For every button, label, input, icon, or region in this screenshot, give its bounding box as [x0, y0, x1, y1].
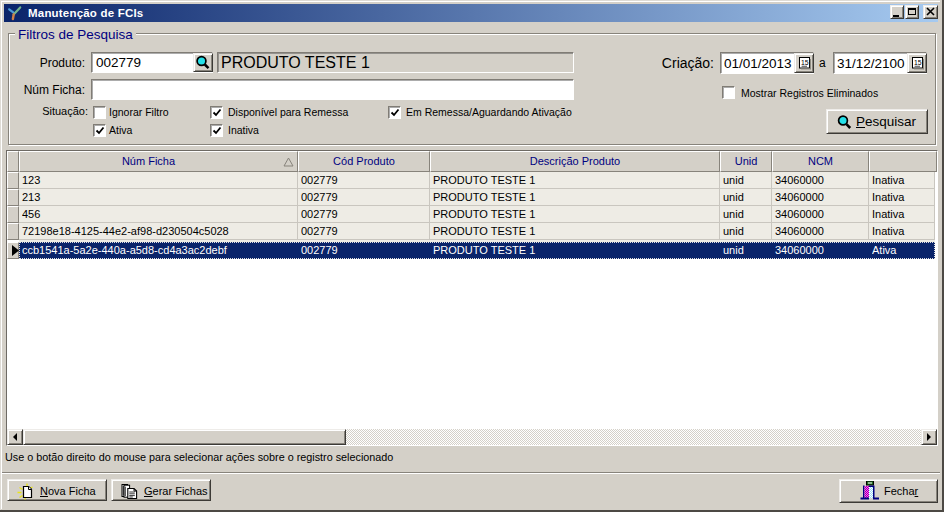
- svg-text:15: 15: [801, 59, 809, 66]
- svg-text:15: 15: [914, 59, 922, 66]
